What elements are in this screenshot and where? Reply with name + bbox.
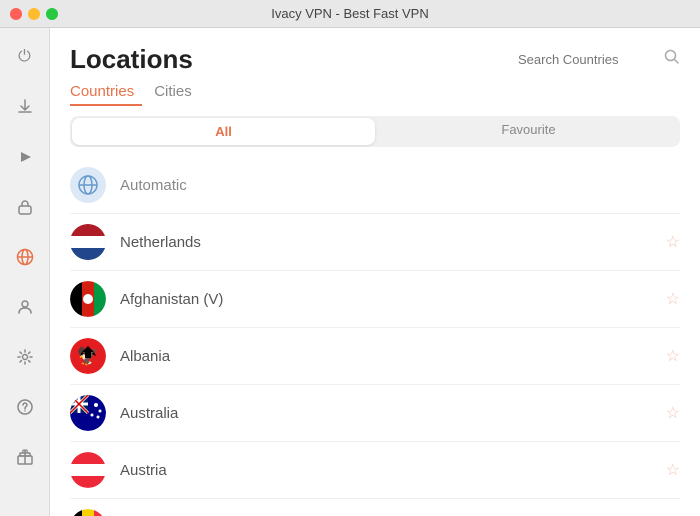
list-item[interactable]: Afghanistan (V) ☆ bbox=[70, 271, 680, 328]
country-name: Australia bbox=[120, 405, 666, 422]
header: Locations Countries Cities bbox=[50, 28, 700, 106]
flag-australia bbox=[70, 395, 106, 431]
favourite-star[interactable]: ☆ bbox=[666, 289, 680, 309]
flag-austria bbox=[70, 452, 106, 488]
country-list: Automatic Netherlands bbox=[50, 157, 700, 516]
sidebar: ⏻ bbox=[0, 28, 50, 516]
country-name: Netherlands bbox=[120, 234, 666, 251]
sidebar-icon-power[interactable]: ⏻ bbox=[10, 42, 40, 72]
search-area bbox=[518, 49, 680, 70]
flag-automatic bbox=[70, 167, 106, 203]
sidebar-icon-play[interactable] bbox=[10, 142, 40, 172]
flag-afghanistan bbox=[70, 281, 106, 317]
favourite-star[interactable]: ☆ bbox=[666, 346, 680, 366]
favourite-star[interactable]: ☆ bbox=[666, 232, 680, 252]
tab-cities[interactable]: Cities bbox=[154, 81, 200, 106]
country-name: Automatic bbox=[120, 177, 680, 194]
header-top: Locations bbox=[70, 44, 680, 75]
country-name: Austria bbox=[120, 462, 666, 479]
search-icon[interactable] bbox=[664, 49, 680, 70]
flag-albania: 🦅 bbox=[70, 338, 106, 374]
main-content: Locations Countries Cities bbox=[50, 28, 700, 516]
list-item[interactable]: Netherlands ☆ bbox=[70, 214, 680, 271]
window-title: Ivacy VPN - Best Fast VPN bbox=[271, 6, 429, 21]
sidebar-icon-lock[interactable] bbox=[10, 192, 40, 222]
sidebar-icon-user[interactable] bbox=[10, 292, 40, 322]
favourite-star[interactable]: ☆ bbox=[666, 403, 680, 423]
sidebar-icon-help[interactable] bbox=[10, 392, 40, 422]
filter-all[interactable]: All bbox=[72, 118, 375, 145]
flag-netherlands bbox=[70, 224, 106, 260]
country-name: Albania bbox=[120, 348, 666, 365]
flag-belgium bbox=[70, 509, 106, 516]
list-item[interactable]: Austria ☆ bbox=[70, 442, 680, 499]
filter-favourite[interactable]: Favourite bbox=[377, 116, 680, 147]
tab-countries[interactable]: Countries bbox=[70, 81, 142, 106]
list-item[interactable]: Automatic bbox=[70, 157, 680, 214]
sidebar-icon-gift[interactable] bbox=[10, 442, 40, 472]
sidebar-icon-download[interactable] bbox=[10, 92, 40, 122]
close-button[interactable] bbox=[10, 8, 22, 20]
filter-bar: All Favourite bbox=[70, 116, 680, 147]
minimize-button[interactable] bbox=[28, 8, 40, 20]
location-tabs: Countries Cities bbox=[70, 81, 680, 106]
list-item[interactable]: Belgium ☆ bbox=[70, 499, 680, 516]
favourite-star[interactable]: ☆ bbox=[666, 460, 680, 480]
titlebar: Ivacy VPN - Best Fast VPN bbox=[0, 0, 700, 28]
page-title: Locations bbox=[70, 44, 193, 75]
window-controls[interactable] bbox=[10, 8, 58, 20]
sidebar-icon-globe[interactable] bbox=[10, 242, 40, 272]
list-item[interactable]: 🦅 Albania ☆ bbox=[70, 328, 680, 385]
app-container: ⏻ bbox=[0, 28, 700, 516]
search-input[interactable] bbox=[518, 52, 658, 67]
country-name: Afghanistan (V) bbox=[120, 291, 666, 308]
sidebar-icon-settings[interactable] bbox=[10, 342, 40, 372]
maximize-button[interactable] bbox=[46, 8, 58, 20]
list-item[interactable]: Australia ☆ bbox=[70, 385, 680, 442]
